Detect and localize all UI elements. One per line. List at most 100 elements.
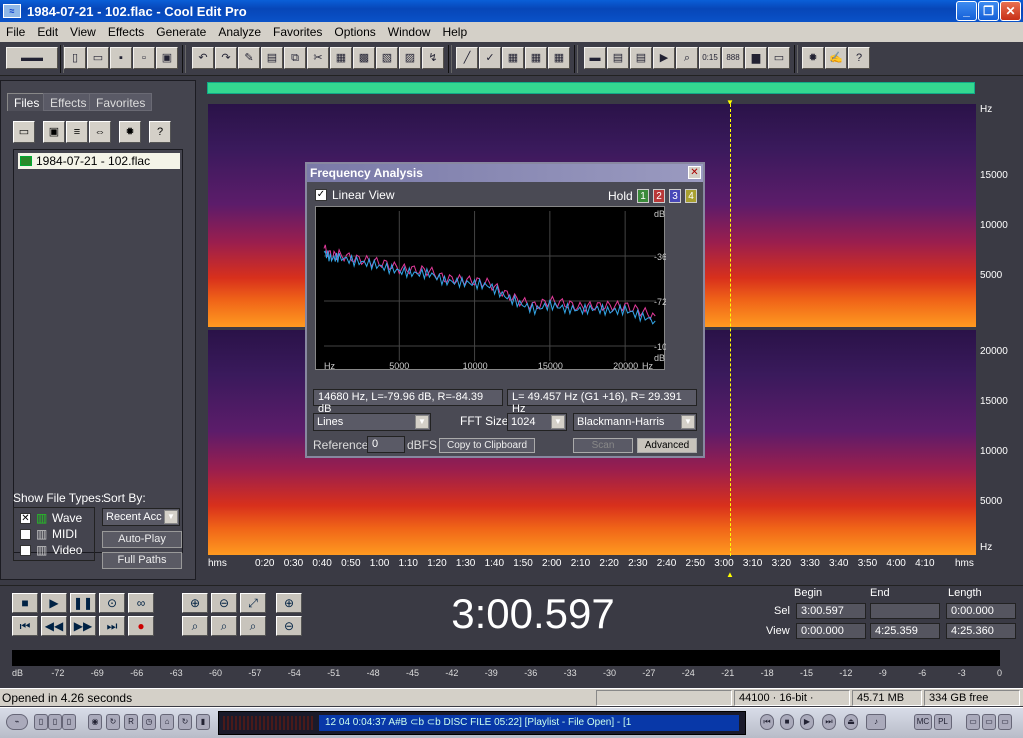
- grid-icon[interactable]: ▦: [502, 47, 524, 69]
- advanced-button[interactable]: Advanced: [637, 438, 697, 453]
- paste-new-icon[interactable]: ▩: [353, 47, 375, 69]
- quicklaunch-icon[interactable]: ▯: [48, 714, 62, 730]
- close-file-icon[interactable]: ▣: [43, 121, 65, 143]
- quicklaunch-icon[interactable]: ▯: [34, 714, 48, 730]
- zoom-in-vertical-icon[interactable]: ⊕: [276, 593, 302, 613]
- tray-icon[interactable]: ▮: [196, 714, 210, 730]
- play-to-end-icon[interactable]: ⊙: [99, 593, 125, 613]
- view-wave-icon[interactable]: ▬: [584, 47, 606, 69]
- save-as-icon[interactable]: ▫: [133, 47, 155, 69]
- graph-type-select[interactable]: Lines ▼: [313, 413, 431, 431]
- view-end-field[interactable]: 4:25.359: [870, 623, 940, 639]
- options-icon[interactable]: ✹: [119, 121, 141, 143]
- wave-checkbox[interactable]: ✕: [20, 513, 31, 524]
- winamp-bar[interactable]: 12 04 0:04:37 A#B ⊂b ⊂b DISC FILE 05:22]…: [218, 711, 746, 735]
- save-icon[interactable]: ▪: [110, 47, 132, 69]
- sel-end-field[interactable]: [870, 603, 940, 619]
- copy-to-clipboard-button[interactable]: Copy to Clipboard: [439, 438, 535, 453]
- tray-icon[interactable]: ▭: [998, 714, 1012, 730]
- tray-icon[interactable]: ↻: [106, 714, 120, 730]
- zoom-in-icon[interactable]: ⊕: [182, 593, 208, 613]
- midi-checkbox[interactable]: [20, 529, 31, 540]
- view-info-icon[interactable]: ▤: [607, 47, 629, 69]
- paste-icon[interactable]: ▦: [330, 47, 352, 69]
- copy-new-icon[interactable]: ▤: [261, 47, 283, 69]
- menu-view[interactable]: View: [64, 25, 102, 39]
- rewind-icon[interactable]: ◀◀: [41, 616, 67, 636]
- undo-icon[interactable]: ↶: [192, 47, 214, 69]
- dialog-title[interactable]: Frequency Analysis: [307, 164, 703, 182]
- envelope-icon[interactable]: ╱: [456, 47, 478, 69]
- start-icon[interactable]: ⌁: [6, 714, 28, 730]
- prev-track-icon[interactable]: ⏮: [760, 714, 774, 730]
- settings-icon[interactable]: ✹: [802, 47, 824, 69]
- maximize-button[interactable]: ❐: [978, 1, 999, 21]
- mc-icon[interactable]: MC: [914, 714, 932, 730]
- minimize-button[interactable]: _: [956, 1, 977, 21]
- zoom-left-icon[interactable]: ⌕: [182, 616, 208, 636]
- trim-icon[interactable]: ▨: [399, 47, 421, 69]
- eject-icon[interactable]: ⏏: [844, 714, 858, 730]
- pl-icon[interactable]: PL: [934, 714, 952, 730]
- play-icon[interactable]: ▶: [41, 593, 67, 613]
- tray-icon[interactable]: R: [124, 714, 138, 730]
- zoom-icon[interactable]: ⌕: [676, 47, 698, 69]
- insert-multi-icon[interactable]: ⇔: [89, 121, 111, 143]
- menu-window[interactable]: Window: [382, 25, 437, 39]
- menu-help[interactable]: Help: [436, 25, 473, 39]
- menu-analyze[interactable]: Analyze: [212, 25, 267, 39]
- grid3-icon[interactable]: ▦: [548, 47, 570, 69]
- menu-file[interactable]: File: [0, 25, 31, 39]
- menu-effects[interactable]: Effects: [102, 25, 150, 39]
- zoom-out-vertical-icon[interactable]: ⊖: [276, 616, 302, 636]
- tray-icon[interactable]: ◷: [142, 714, 156, 730]
- view-length-field[interactable]: 4:25.360: [946, 623, 1016, 639]
- hold-slot-1[interactable]: 1: [637, 189, 649, 203]
- linear-view-checkbox[interactable]: ✓: [315, 189, 327, 201]
- cut-icon[interactable]: ✂: [307, 47, 329, 69]
- multitrack-toggle-icon[interactable]: ▬▬: [6, 47, 58, 69]
- help-icon[interactable]: ?: [149, 121, 171, 143]
- zoom-out-icon[interactable]: ⊖: [211, 593, 237, 613]
- go-end-icon[interactable]: ⏭: [99, 616, 125, 636]
- video-checkbox[interactable]: [20, 545, 31, 556]
- volume-icon[interactable]: ♪: [866, 714, 886, 730]
- open-file-icon[interactable]: ▭: [13, 121, 35, 143]
- view-cue-icon[interactable]: ▤: [630, 47, 652, 69]
- sel-begin-field[interactable]: 3:00.597: [796, 603, 866, 619]
- menu-edit[interactable]: Edit: [31, 25, 64, 39]
- menu-generate[interactable]: Generate: [150, 25, 212, 39]
- grid2-icon[interactable]: ▦: [525, 47, 547, 69]
- spectral-icon[interactable]: ▆: [745, 47, 767, 69]
- tray-icon[interactable]: ⌂: [160, 714, 174, 730]
- full-paths-button[interactable]: Full Paths: [102, 552, 182, 569]
- auto-play-button[interactable]: Auto-Play: [102, 531, 182, 548]
- tab-files[interactable]: Files: [7, 93, 47, 111]
- mix-paste-icon[interactable]: ▧: [376, 47, 398, 69]
- tray-icon[interactable]: ◉: [88, 714, 102, 730]
- new-file-icon[interactable]: ▯: [64, 47, 86, 69]
- hold-slot-2[interactable]: 2: [653, 189, 665, 203]
- go-start-icon[interactable]: ⏮: [12, 616, 38, 636]
- tab-favorites[interactable]: Favorites: [89, 93, 153, 111]
- tray-icon[interactable]: ▭: [966, 714, 980, 730]
- sort-select[interactable]: Recent Acc ▼: [102, 508, 180, 526]
- hold-slot-3[interactable]: 3: [669, 189, 681, 203]
- silence-icon[interactable]: ↯: [422, 47, 444, 69]
- window-function-select[interactable]: Blackmann-Harris ▼: [573, 413, 697, 431]
- blank-view-icon[interactable]: ▭: [768, 47, 790, 69]
- stop-track-icon[interactable]: ■: [780, 714, 794, 730]
- scan-button[interactable]: Scan: [573, 438, 633, 453]
- zoom-selection-icon[interactable]: ⌕: [240, 616, 266, 636]
- quicklaunch-icon[interactable]: ▯: [62, 714, 76, 730]
- sample-format-icon[interactable]: 888: [722, 47, 744, 69]
- time-ruler[interactable]: hms 0:20 0:30 0:40 0:50 1:00 1:10 1:20 1:30 1:40 1…: [207, 556, 975, 572]
- time-format-icon[interactable]: 0:15: [699, 47, 721, 69]
- scripts-icon[interactable]: ✍: [825, 47, 847, 69]
- overview-bar[interactable]: [207, 82, 975, 94]
- close-file-icon[interactable]: ▣: [156, 47, 178, 69]
- snap-icon[interactable]: ✓: [479, 47, 501, 69]
- tray-icon[interactable]: ▭: [982, 714, 996, 730]
- close-icon[interactable]: ✕: [688, 166, 701, 179]
- spectrum-plot[interactable]: dB-36-72-108dBHz5000100001500020000Hz: [315, 206, 672, 371]
